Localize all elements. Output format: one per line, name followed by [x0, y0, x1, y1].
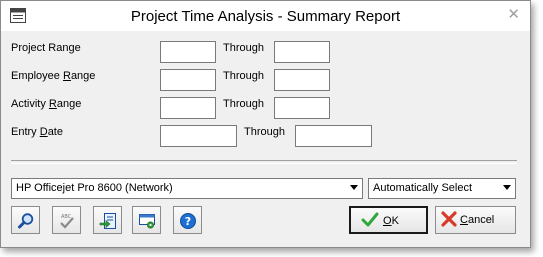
close-icon	[441, 211, 457, 227]
svg-text:?: ?	[185, 215, 191, 228]
chevron-down-icon[interactable]	[350, 185, 358, 190]
employee-range-from-field[interactable]	[160, 69, 216, 91]
printer-select-value: HP Officejet Pro 8600 (Network)	[16, 182, 173, 194]
activity-range-label: Activity Range	[11, 98, 82, 110]
entry-date-to-field[interactable]	[295, 125, 372, 147]
activity-range-from-field[interactable]	[160, 97, 216, 119]
project-range-from-field[interactable]	[160, 41, 216, 63]
entry-date-through-label: Through	[244, 126, 285, 138]
help-button[interactable]: ?	[173, 206, 202, 234]
divider	[11, 160, 517, 164]
svg-text:ABC: ABC	[61, 214, 72, 220]
report-dialog: Project Time Analysis - Summary Report ✕…	[0, 0, 531, 248]
ok-button[interactable]: OK	[349, 206, 428, 234]
employee-through-label: Through	[223, 70, 264, 82]
chevron-down-icon[interactable]	[503, 185, 511, 190]
entry-date-label: Entry Date	[11, 126, 63, 138]
activity-through-label: Through	[223, 98, 264, 110]
close-icon[interactable]: ✕	[507, 7, 520, 23]
project-range-label: Project Range	[11, 42, 81, 54]
entry-date-from-field[interactable]	[160, 125, 237, 147]
print-setup-icon	[139, 214, 155, 229]
window-title: Project Time Analysis - Summary Report	[130, 8, 401, 25]
activity-range-to-field[interactable]	[274, 97, 330, 119]
preview-button[interactable]	[11, 206, 40, 234]
cancel-label: Cancel	[460, 214, 495, 226]
paper-source-select[interactable]: Automatically Select	[368, 178, 516, 199]
export-button[interactable]	[93, 206, 122, 234]
search-icon	[18, 213, 34, 229]
spellcheck-icon: ABC	[60, 214, 74, 229]
printer-select[interactable]: HP Officejet Pro 8600 (Network)	[11, 178, 363, 199]
help-icon: ?	[180, 213, 196, 229]
project-range-to-field[interactable]	[274, 41, 330, 63]
checkmark-icon	[361, 212, 379, 227]
title-bar: Project Time Analysis - Summary Report ✕	[1, 1, 530, 31]
cancel-button[interactable]: Cancel	[435, 206, 516, 234]
employee-range-label: Employee Range	[11, 70, 96, 82]
paper-source-value: Automatically Select	[373, 182, 473, 194]
spellcheck-button[interactable]: ABC	[52, 206, 81, 234]
employee-range-to-field[interactable]	[274, 69, 330, 91]
print-setup-button[interactable]	[132, 206, 161, 234]
project-through-label: Through	[223, 42, 264, 54]
ok-label: OK	[383, 215, 399, 227]
export-icon	[99, 213, 116, 229]
